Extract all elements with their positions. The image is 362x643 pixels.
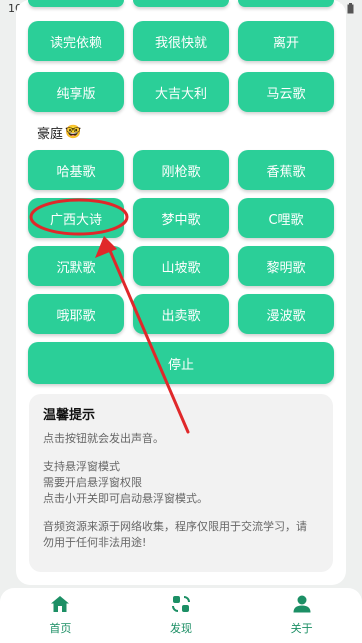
nav-home[interactable]: 首页 (0, 588, 121, 643)
sound-button[interactable]: 刚枪歌 (133, 150, 229, 190)
tips-panel: 温馨提示 点击按钮就会发出声音。 支持悬浮窗模式 需要开启悬浮窗权限 点击小开关… (29, 394, 333, 572)
tip-text: 音频资源来源于网络收集，程序仅限用于交流学习，请 (43, 520, 307, 533)
nerd-face-emoji-icon: 🤓 (65, 125, 82, 140)
nav-discover-label: 发现 (170, 622, 192, 635)
battery-icon (347, 2, 354, 14)
tip-text: 需要开启悬浮窗权限 (43, 476, 142, 489)
sound-button[interactable]: 离开 (238, 21, 334, 61)
sound-button[interactable]: 我很快就 (133, 21, 229, 61)
nav-home-label: 首页 (49, 622, 72, 635)
nav-about-label: 关于 (290, 622, 313, 635)
sound-button-guangxi[interactable]: 广西大诗 (28, 198, 124, 238)
bottom-navigation: 首页 发现 关于 (0, 588, 362, 643)
sound-button-partial[interactable] (28, 0, 124, 7)
section-title-text: 豪庭 (37, 127, 64, 142)
stop-button[interactable]: 停止 (28, 342, 334, 384)
tips-title: 温馨提示 (43, 408, 96, 423)
sound-button[interactable]: 沉默歌 (28, 246, 124, 286)
sound-button[interactable]: 漫波歌 (238, 294, 334, 334)
nav-about[interactable]: 关于 (241, 588, 362, 643)
tip-text: 支持悬浮窗模式 (43, 460, 120, 473)
sound-button-partial[interactable] (133, 0, 229, 7)
discover-icon (171, 595, 191, 617)
sound-button[interactable]: 梦中歌 (133, 198, 229, 238)
sound-button[interactable]: 读完依赖 (28, 21, 124, 61)
sound-button[interactable]: 哈基歌 (28, 150, 124, 190)
sound-button[interactable]: 哦耶歌 (28, 294, 124, 334)
sound-button-partial[interactable] (238, 0, 334, 7)
tip-text: 点击小开关即可启动悬浮窗模式。 (43, 492, 208, 505)
sound-button[interactable]: 山坡歌 (133, 246, 229, 286)
sound-button[interactable]: 香蕉歌 (238, 150, 334, 190)
section-title: 豪庭 🤓 (37, 123, 81, 142)
sound-button[interactable]: 出卖歌 (133, 294, 229, 334)
sound-button[interactable]: 马云歌 (238, 72, 334, 112)
sound-button[interactable]: 纯享版 (28, 72, 124, 112)
nav-discover[interactable]: 发现 (121, 588, 242, 643)
sound-button[interactable]: 大吉大利 (133, 72, 229, 112)
home-icon (50, 595, 70, 617)
sound-button[interactable]: C哩歌 (238, 198, 334, 238)
sound-button[interactable]: 黎明歌 (238, 246, 334, 286)
person-icon (292, 595, 312, 617)
tip-text: 点击按钮就会发出声音。 (43, 432, 164, 445)
tip-text: 勿用于任何非法用途! (43, 536, 147, 549)
